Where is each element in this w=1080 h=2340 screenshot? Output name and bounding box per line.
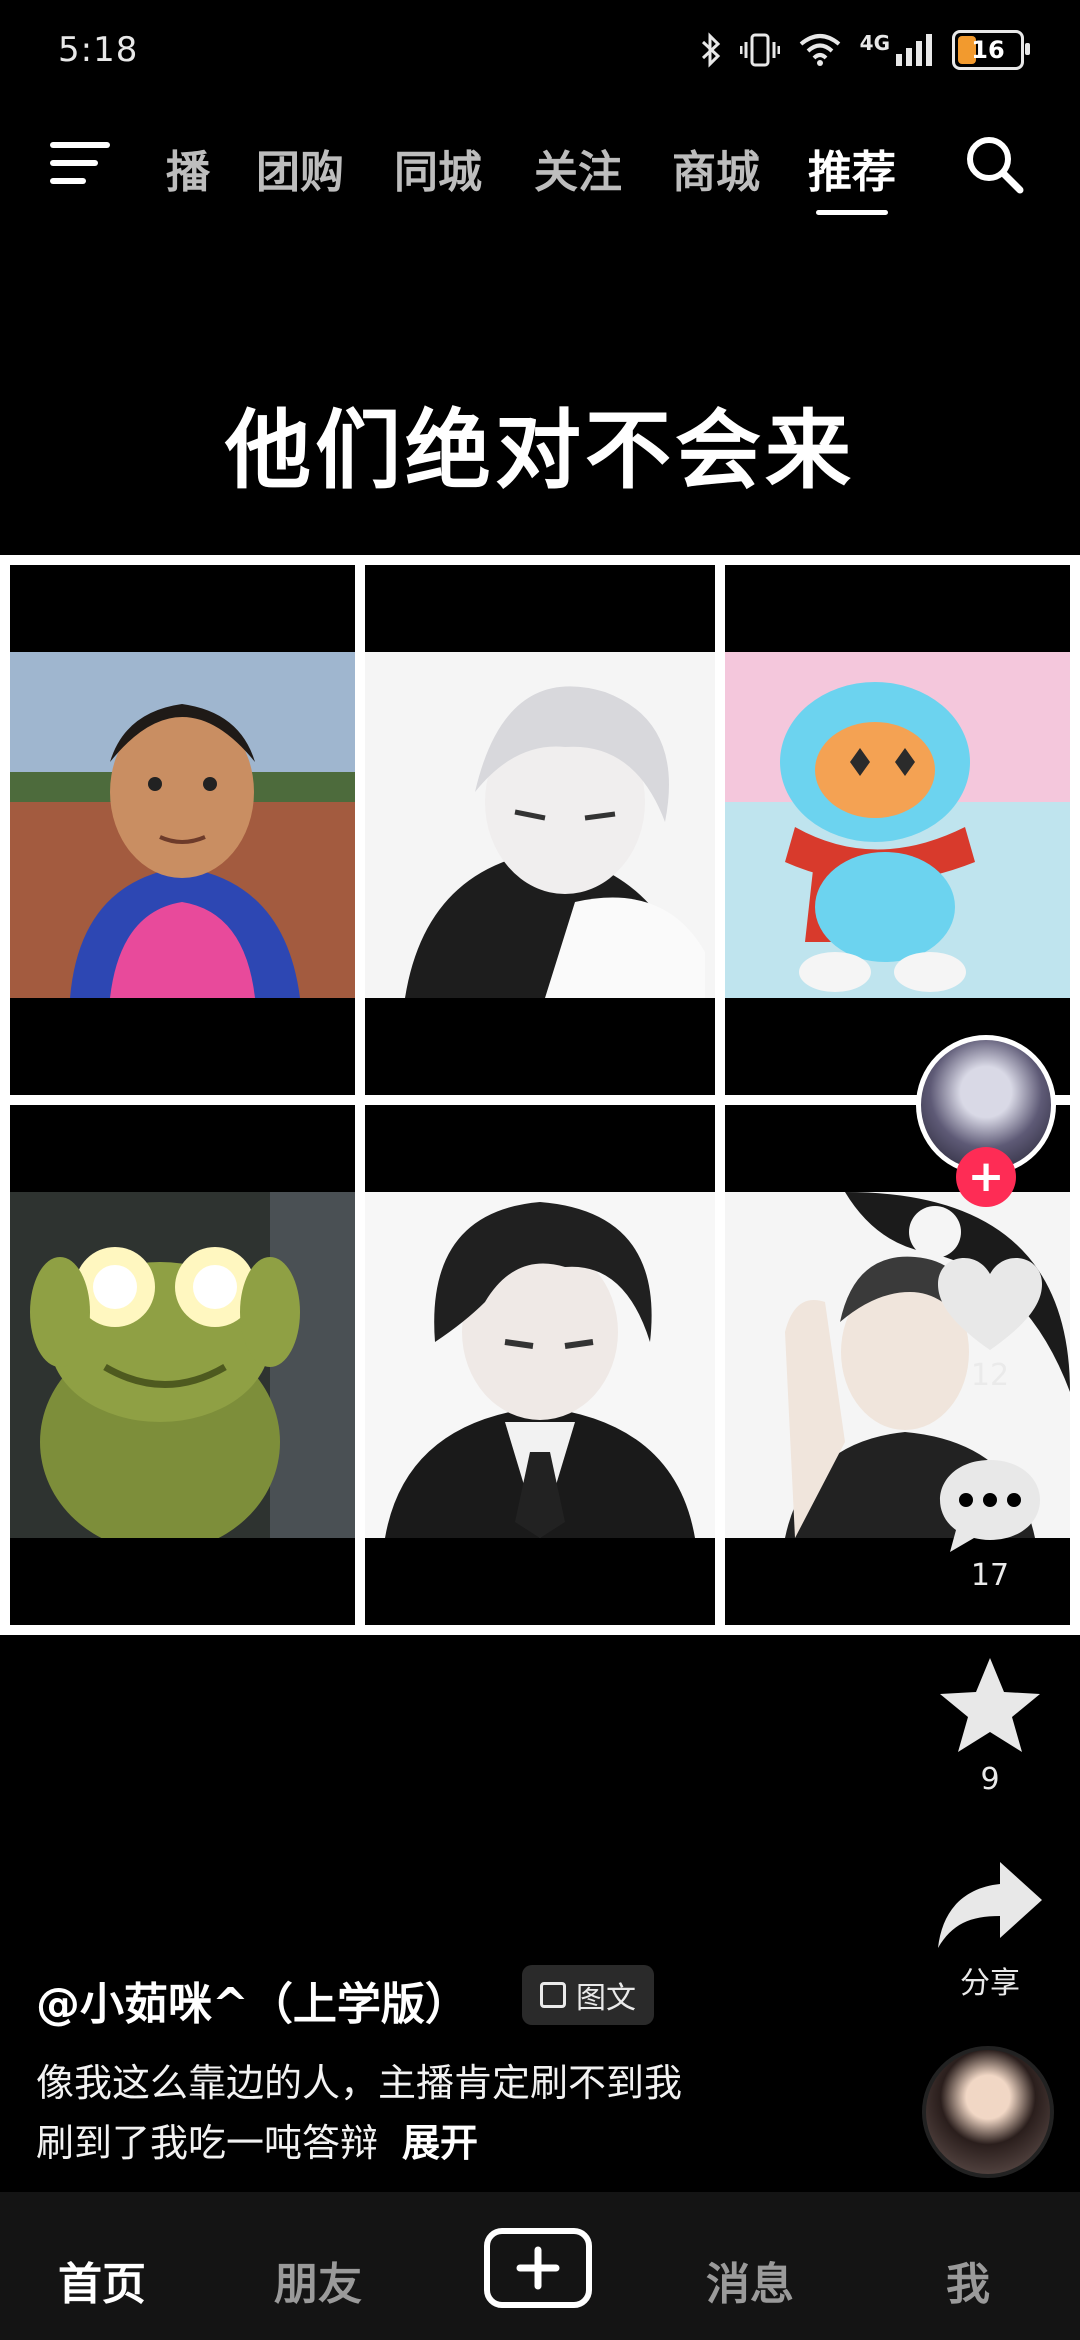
status-icons: 4G 16: [700, 28, 1030, 72]
nav-friends[interactable]: 朋友: [274, 2248, 362, 2312]
anime-boy-white-hair-icon: [365, 652, 715, 998]
music-disc-avatar[interactable]: [922, 2046, 1054, 2178]
tab-live[interactable]: 播: [166, 136, 210, 200]
grid-image-2[interactable]: [365, 565, 715, 1095]
caption-text: 刷到了我吃一吨答辩: [36, 2121, 379, 2165]
wifi-icon: [799, 34, 840, 66]
post-type-label: 图文: [576, 1981, 636, 2016]
author-name[interactable]: @小茹咪^（上学版）: [36, 1968, 469, 2032]
share-icon[interactable]: [930, 1852, 1050, 1962]
tab-mall[interactable]: 商城: [672, 136, 760, 200]
battery-level: 16: [971, 36, 1005, 64]
anime-boy-dark-hair-icon: [365, 1192, 715, 1538]
follow-button[interactable]: +: [956, 1147, 1016, 1207]
frog-glowing-eyes-icon: [10, 1192, 355, 1538]
plus-icon: [516, 2246, 560, 2290]
grid-image-4[interactable]: [10, 1105, 355, 1625]
comment-count: 17: [970, 1558, 1010, 1593]
expand-button[interactable]: 展开: [402, 2121, 478, 2165]
post-type-badge: 图文: [522, 1965, 654, 2025]
comment-icon[interactable]: [930, 1450, 1050, 1560]
like-icon[interactable]: [930, 1250, 1050, 1360]
tab-recommend[interactable]: 推荐: [808, 136, 896, 200]
battery-icon: 16: [952, 30, 1030, 70]
active-tab-indicator: [816, 210, 888, 215]
photo-man-track-icon: [10, 652, 355, 998]
favorite-star-icon[interactable]: [930, 1652, 1050, 1762]
signal-icon: [896, 34, 932, 66]
tab-following[interactable]: 关注: [534, 136, 622, 200]
nav-home[interactable]: 首页: [58, 2248, 146, 2312]
like-count: 12: [970, 1358, 1010, 1393]
network-label: 4G: [859, 31, 890, 55]
menu-icon[interactable]: [50, 138, 110, 188]
nav-me[interactable]: 我: [946, 2248, 990, 2312]
nav-messages[interactable]: 消息: [706, 2248, 794, 2312]
bluetooth-icon: [701, 32, 720, 68]
image-text-icon: [540, 1982, 566, 2008]
grid-image-5[interactable]: [365, 1105, 715, 1625]
vibrate-icon: [739, 33, 780, 67]
tab-group-buy[interactable]: 团购: [256, 136, 344, 200]
favorite-count: 9: [980, 1762, 1000, 1797]
grid-image-1[interactable]: [10, 565, 355, 1095]
status-time: 5:18: [58, 30, 139, 70]
share-label: 分享: [960, 1966, 1020, 2001]
post-title: 他们绝对不会来: [225, 401, 855, 501]
caption-line: 像我这么靠边的人，主播肯定刷不到我: [36, 2061, 683, 2105]
caption-line: 刷到了我吃一吨答辩 展开: [36, 2112, 478, 2167]
search-icon[interactable]: [962, 132, 1026, 196]
tab-local[interactable]: 同城: [394, 136, 482, 200]
cartoon-mascot-icon: [725, 652, 1070, 998]
grid-image-3[interactable]: [725, 565, 1070, 1095]
create-button[interactable]: [484, 2228, 592, 2308]
